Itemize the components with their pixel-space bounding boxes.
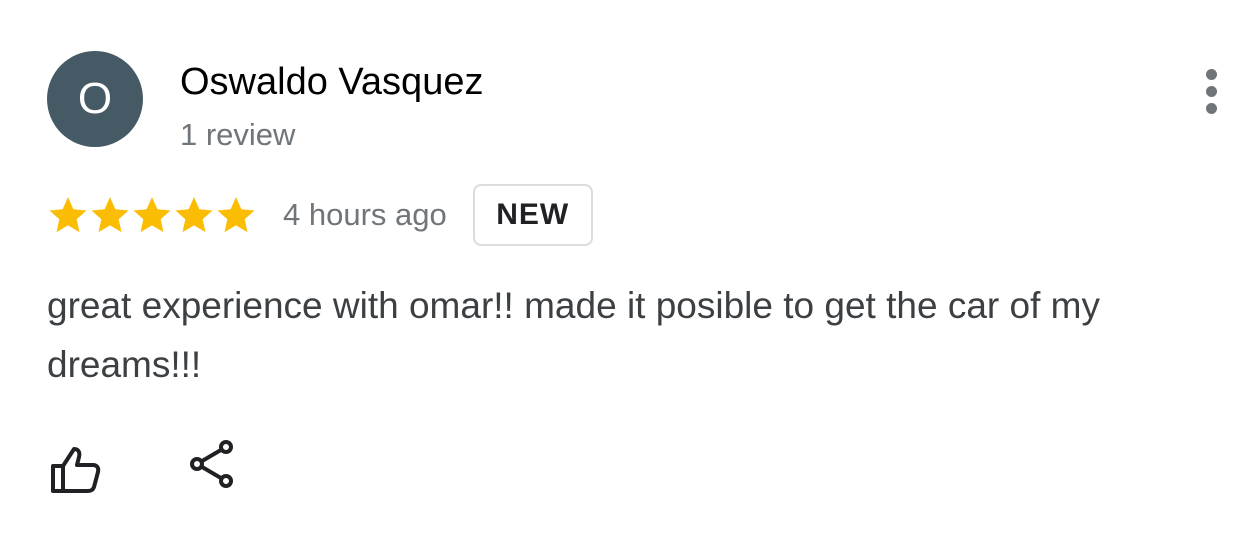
thumb-up-icon [51, 447, 101, 493]
star-icon [217, 197, 255, 233]
star-icon [133, 197, 171, 233]
review-text: great experience with omar!! made it pos… [47, 285, 1100, 385]
rating-row: 4 hours ago NEW [47, 182, 593, 248]
star-icon [91, 197, 129, 233]
avatar-initial: O [77, 74, 113, 123]
more-vert-icon-dot [1205, 102, 1217, 114]
share-button[interactable] [186, 436, 238, 492]
like-button[interactable] [47, 441, 103, 497]
review-timestamp: 4 hours ago [283, 197, 447, 232]
avatar[interactable]: O [47, 51, 143, 147]
reviewer-name[interactable]: Oswaldo Vasquez [180, 60, 483, 104]
new-badge: NEW [472, 184, 593, 246]
more-vert-icon [1205, 68, 1217, 80]
star-rating [47, 194, 257, 236]
star-icon [49, 197, 87, 233]
star-icon [175, 197, 213, 233]
review-card: O Oswaldo Vasquez 1 review 4 hours ago N… [0, 0, 1237, 544]
more-vert-icon-dot [1205, 85, 1217, 97]
share-icon [190, 440, 233, 488]
more-options-button[interactable] [1196, 66, 1226, 116]
review-count: 1 review [180, 117, 296, 152]
